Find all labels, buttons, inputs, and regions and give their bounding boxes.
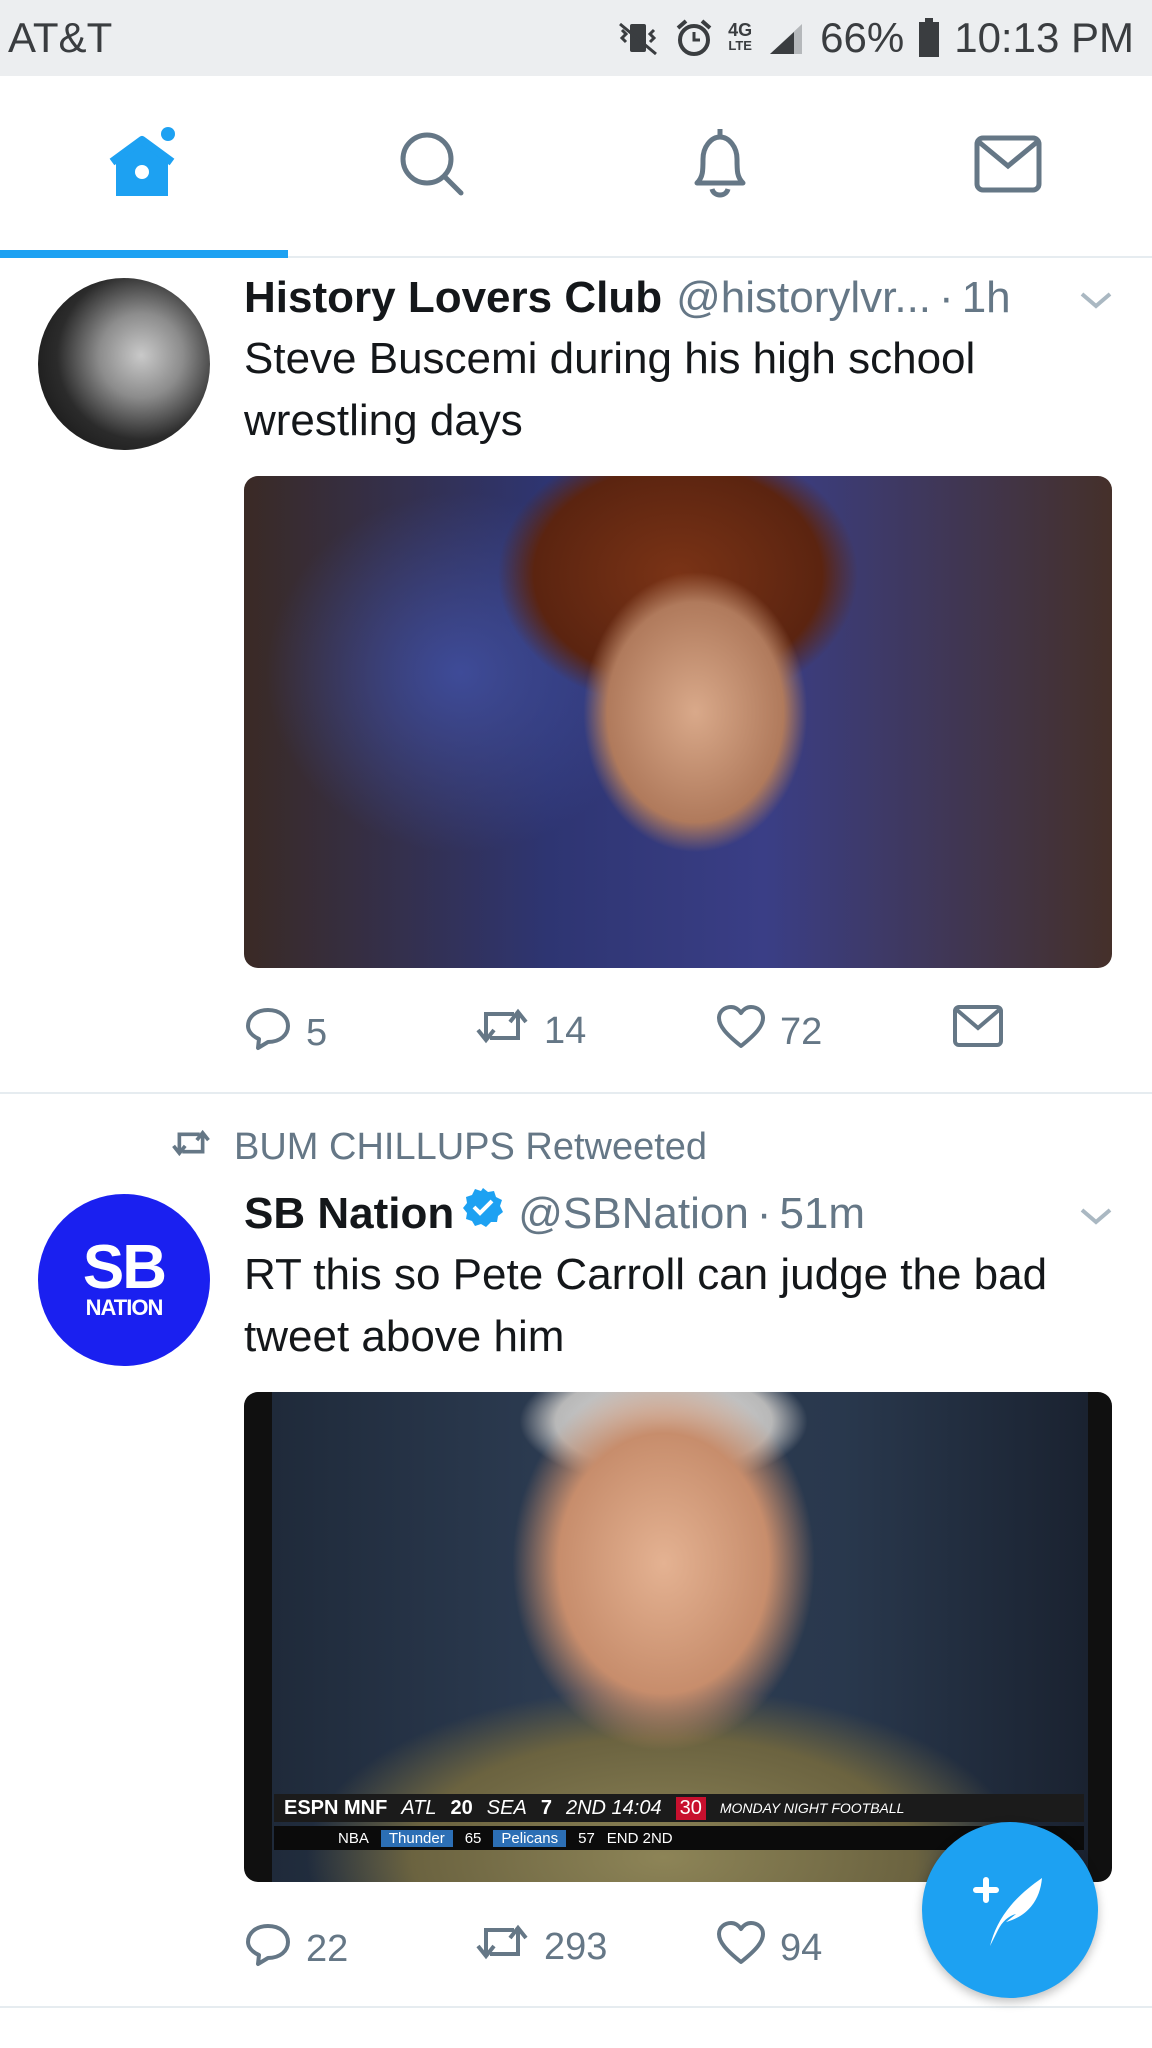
scorebug: ESPN MNF ATL 20 SEA 7 2ND 14:04 30 MONDA… — [274, 1794, 1084, 1822]
mail-icon — [952, 1004, 1004, 1058]
status-icons: 4G LTE 66% 10:13 PM — [616, 14, 1134, 62]
scorebug-team2: SEA — [486, 1796, 527, 1819]
tweet-time: 1h — [961, 273, 1011, 322]
scorebug-clock: 2ND 14:04 — [565, 1796, 662, 1819]
tweet-time: 51m — [779, 1189, 866, 1238]
heart-icon — [716, 1920, 766, 1976]
retweet-count: 293 — [544, 1925, 608, 1968]
clock: 10:13 PM — [954, 14, 1134, 61]
tab-notifications[interactable] — [576, 76, 864, 256]
author-handle[interactable]: @historylvr... — [676, 270, 931, 326]
like-button[interactable]: 72 — [716, 1004, 822, 1060]
retweet-icon — [474, 1004, 530, 1058]
network-type: 4G LTE — [728, 20, 753, 53]
active-tab-indicator — [0, 250, 288, 258]
retweet-context[interactable]: BUM CHILLUPS Retweeted — [170, 1126, 707, 1169]
scorebug-team1: ATL — [401, 1796, 437, 1819]
mail-icon — [973, 134, 1043, 199]
retweet-button[interactable]: 293 — [474, 1920, 607, 1974]
reply-button[interactable]: 22 — [244, 1920, 348, 1978]
tweet-photo[interactable] — [244, 476, 1112, 968]
home-icon — [104, 124, 184, 209]
scorebug-score1: 20 — [450, 1796, 473, 1819]
separator: · — [756, 1189, 772, 1238]
tab-search[interactable] — [288, 76, 576, 256]
retweet-icon — [474, 1920, 530, 1974]
scorebug-show: MONDAY NIGHT FOOTBALL — [719, 1800, 905, 1816]
verified-badge-icon — [462, 1186, 504, 1242]
tweet-header: History Lovers Club @historylvr... · 1h — [244, 270, 1114, 326]
sbnation-logo: SB — [82, 1233, 167, 1302]
signal-icon — [766, 20, 806, 56]
author-name[interactable]: History Lovers Club — [244, 270, 662, 326]
battery-percent: 66% — [820, 14, 905, 61]
bell-icon — [685, 127, 755, 206]
author-handle[interactable]: @SBNation — [518, 1186, 749, 1242]
ticker-team2: Pelicans — [493, 1829, 567, 1847]
reply-icon — [244, 1920, 292, 1978]
tweet-text: RT this so Pete Carroll can judge the ba… — [244, 1250, 1048, 1361]
tweet-photo[interactable]: ESPN MNF ATL 20 SEA 7 2ND 14:04 30 MONDA… — [244, 1392, 1112, 1882]
retweet-icon — [170, 1126, 212, 1169]
avatar[interactable]: SB NATION — [38, 1194, 210, 1366]
vibrate-icon — [616, 20, 660, 56]
reply-button[interactable]: 5 — [244, 1004, 327, 1062]
compose-tweet-button[interactable] — [922, 1822, 1098, 1998]
tab-messages[interactable] — [864, 76, 1152, 256]
ticker-score2: 57 — [578, 1829, 595, 1847]
tweet-header: SB Nation @SBNation · 51m — [244, 1186, 1114, 1242]
share-button[interactable] — [952, 1004, 1004, 1058]
author-name[interactable]: SB Nation — [244, 1186, 454, 1242]
retweet-count: 14 — [544, 1009, 587, 1052]
retweet-button[interactable]: 14 — [474, 1004, 586, 1058]
tab-home[interactable] — [0, 76, 288, 256]
avatar[interactable] — [38, 278, 210, 450]
tweet-actions: 5 14 72 — [244, 1004, 1104, 1064]
alarm-icon — [674, 18, 714, 58]
scorebug-network: ESPN MNF — [284, 1796, 388, 1819]
ticker-score1: 65 — [464, 1829, 482, 1847]
reply-count: 22 — [306, 1927, 349, 1970]
battery-icon — [918, 18, 940, 58]
chevron-down-icon[interactable] — [1078, 1204, 1114, 1233]
ticker-league: NBA — [338, 1829, 369, 1847]
scorebug-timeout: 30 — [675, 1796, 706, 1820]
like-button[interactable]: 94 — [716, 1920, 822, 1976]
tweet[interactable]: History Lovers Club @historylvr... · 1h … — [0, 258, 1152, 1094]
carrier-label: AT&T — [8, 14, 113, 61]
retweeted-by-label: BUM CHILLUPS Retweeted — [234, 1126, 708, 1168]
heart-icon — [716, 1004, 766, 1060]
tweet-body: History Lovers Club @historylvr... · 1h … — [244, 270, 1114, 452]
tweet-text: Steve Buscemi during his high school wre… — [244, 334, 976, 445]
tab-bar — [0, 76, 1152, 258]
compose-feather-icon — [962, 1860, 1058, 1961]
tweet-body: SB Nation @SBNation · 51m RT this so Pet… — [244, 1186, 1114, 1368]
sbnation-logo-sub: NATION — [85, 1295, 164, 1320]
separator: · — [939, 273, 954, 322]
like-count: 72 — [780, 1010, 823, 1053]
reply-icon — [244, 1004, 292, 1062]
scorebug-score2: 7 — [540, 1796, 552, 1819]
reply-count: 5 — [306, 1011, 328, 1054]
ticker-team1: Thunder — [380, 1829, 453, 1847]
chevron-down-icon[interactable] — [1078, 288, 1114, 317]
like-count: 94 — [780, 1926, 823, 1969]
status-bar: AT&T 4G LTE 66% 10:13 PM — [0, 0, 1152, 76]
search-icon — [397, 129, 467, 204]
ticker-status: END 2ND — [606, 1829, 673, 1847]
